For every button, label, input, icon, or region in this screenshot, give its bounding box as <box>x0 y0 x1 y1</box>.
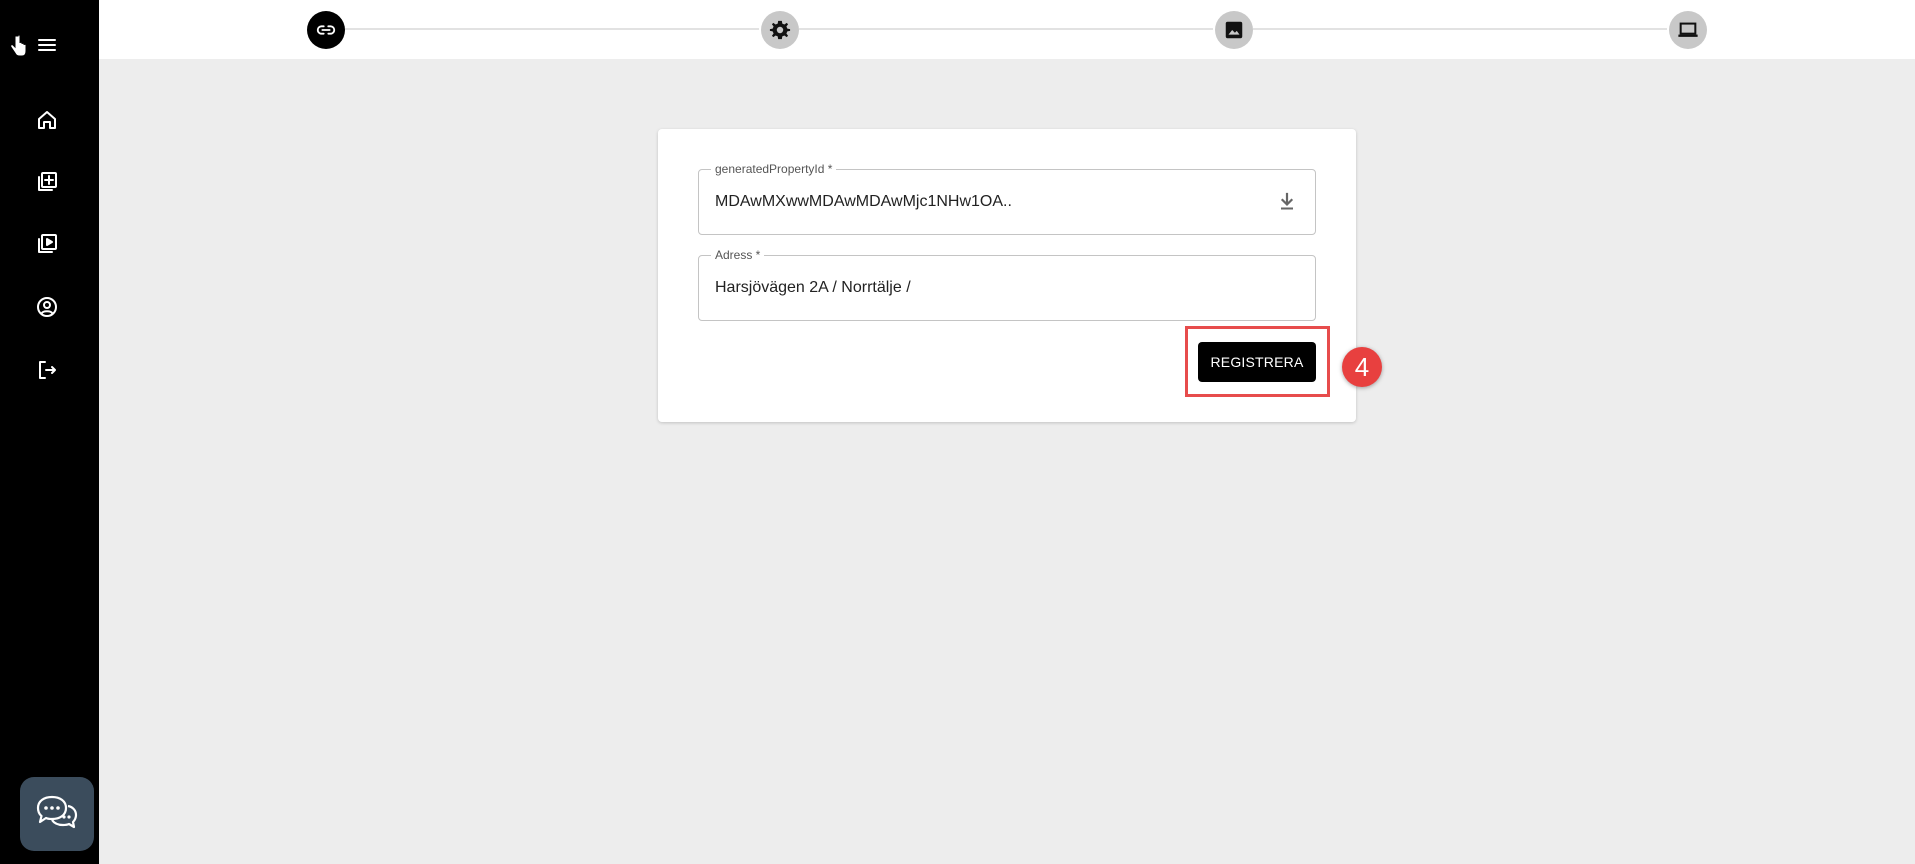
stepper-bar <box>99 0 1915 59</box>
step-connector <box>799 28 1213 30</box>
address-field[interactable]: Adress * Harsjövägen 2A / Norrtälje / <box>698 247 1316 321</box>
address-label: Adress * <box>711 247 765 263</box>
download-icon[interactable] <box>1275 190 1299 214</box>
step-image[interactable] <box>1215 11 1253 49</box>
chat-bubbles-icon <box>36 795 78 829</box>
step-preview[interactable] <box>1669 11 1707 49</box>
hamburger-menu-icon[interactable] <box>34 32 60 58</box>
account-circle-icon[interactable] <box>34 294 60 320</box>
property-id-value[interactable]: MDAwMXwwMDAwMDAwMjc1NHw1OA.. <box>715 192 1012 212</box>
highlight-box <box>1185 326 1330 397</box>
hand-cursor-icon <box>10 34 27 56</box>
link-icon <box>316 25 336 35</box>
video-library-icon[interactable] <box>34 231 60 257</box>
sidebar <box>0 0 99 864</box>
gear-icon <box>769 20 791 40</box>
step-link[interactable] <box>307 11 345 49</box>
logout-icon[interactable] <box>34 357 60 383</box>
step-connector <box>345 28 759 30</box>
home-icon[interactable] <box>34 107 60 133</box>
property-id-label: generatedPropertyId * <box>711 161 837 177</box>
image-icon <box>1225 21 1243 39</box>
step-settings[interactable] <box>761 11 799 49</box>
add-library-icon[interactable] <box>34 169 60 195</box>
step-connector <box>1253 28 1667 30</box>
chat-button[interactable] <box>20 777 94 851</box>
laptop-icon <box>1678 22 1698 37</box>
property-id-field[interactable]: generatedPropertyId * MDAwMXwwMDAwMDAwMj… <box>698 161 1316 235</box>
step-number-badge: 4 <box>1342 347 1382 387</box>
address-value[interactable]: Harsjövägen 2A / Norrtälje / <box>715 278 911 298</box>
